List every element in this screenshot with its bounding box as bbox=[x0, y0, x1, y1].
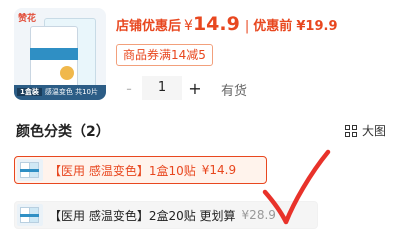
brand-logo: 赞花 bbox=[18, 14, 37, 24]
before-discount-label: 优惠前 bbox=[253, 19, 293, 34]
thumb-caption-text: 感温变色 共10片 bbox=[44, 88, 99, 96]
section-title: 颜色分类（2） bbox=[16, 124, 110, 140]
large-view-toggle[interactable]: 大图 bbox=[344, 122, 386, 139]
checkmark-annotation-icon bbox=[262, 149, 331, 225]
currency-symbol: ¥ bbox=[184, 18, 193, 34]
option-price: ¥14.9 bbox=[201, 163, 237, 177]
after-discount-amount: 14.9 bbox=[192, 13, 240, 35]
decrease-button[interactable]: - bbox=[116, 79, 142, 98]
thumb-caption-qty: 1盒装 bbox=[17, 88, 42, 96]
product-box-band bbox=[30, 48, 78, 60]
price-separator: | bbox=[244, 19, 250, 34]
before-discount-price: ¥19.9 bbox=[296, 19, 338, 34]
option-1[interactable]: 【医用 感温变色】1盒10贴 ¥14.9 bbox=[14, 156, 267, 184]
option-label: 【医用 感温变色】2盒20贴 更划算 bbox=[49, 208, 236, 223]
product-image[interactable]: 赞花 1盒装 感温变色 共10片 bbox=[14, 8, 106, 100]
option-thumbnail bbox=[17, 159, 43, 181]
option-label: 【医用 感温变色】1盒10贴 bbox=[49, 163, 196, 178]
large-view-label: 大图 bbox=[361, 124, 386, 138]
thumb-caption: 1盒装 感温变色 共10片 bbox=[14, 85, 106, 100]
product-box-badge bbox=[60, 66, 74, 80]
coupon-badge[interactable]: 商品券满14减5 bbox=[116, 44, 213, 66]
quantity-stepper: - 1 + bbox=[116, 76, 208, 100]
price-line: 店铺优惠后 ¥14.9 | 优惠前 ¥19.9 bbox=[116, 13, 338, 35]
after-discount-label: 店铺优惠后 bbox=[116, 19, 182, 34]
grid-icon bbox=[344, 124, 357, 137]
quantity-input[interactable]: 1 bbox=[142, 76, 182, 100]
increase-button[interactable]: + bbox=[182, 79, 208, 98]
stock-status: 有货 bbox=[221, 84, 248, 99]
option-thumbnail bbox=[17, 204, 43, 226]
